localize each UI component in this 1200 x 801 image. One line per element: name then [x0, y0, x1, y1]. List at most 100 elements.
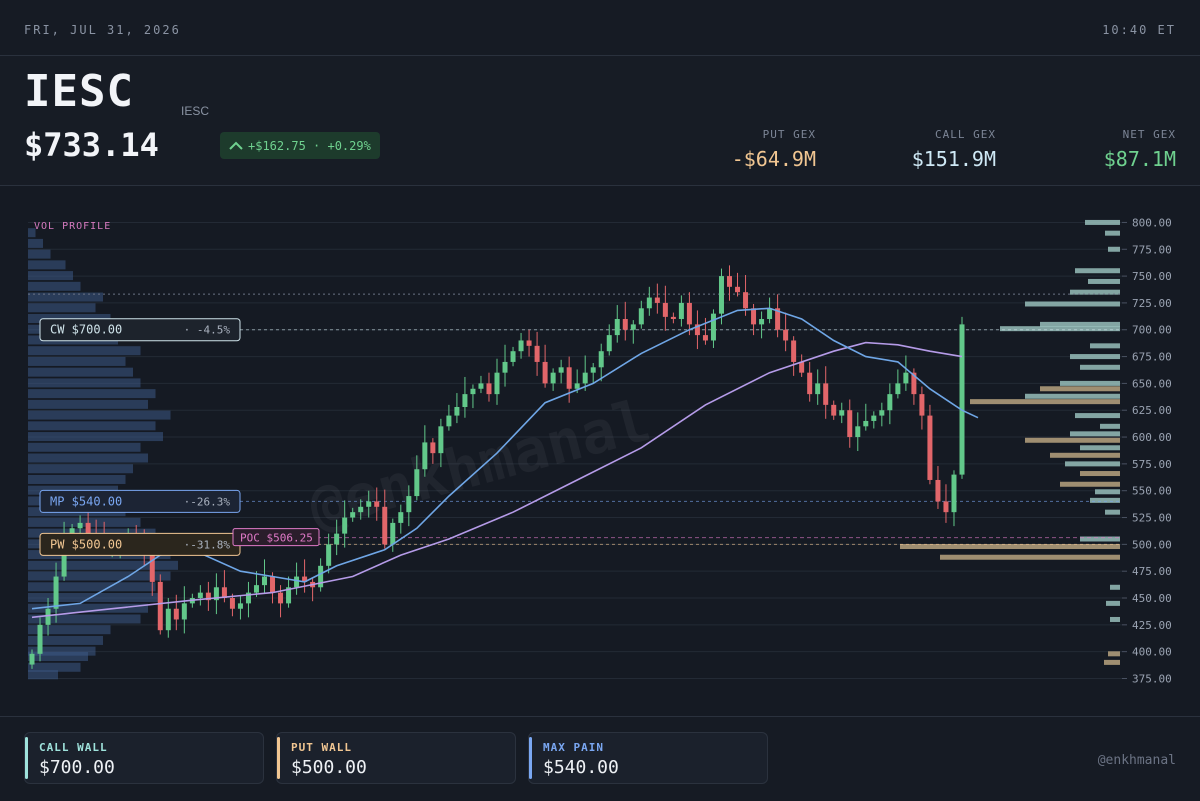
y-tick-label: 800.00	[1132, 216, 1172, 229]
candle-body	[598, 351, 604, 368]
y-tick-label: 775.00	[1132, 243, 1172, 256]
gex-bar	[1000, 326, 1120, 332]
vol-profile-bar	[28, 453, 148, 463]
gex-bar	[1060, 481, 1120, 487]
gex-bar	[1050, 452, 1120, 458]
y-tick-label: 550.00	[1132, 485, 1172, 498]
candle-body	[927, 415, 933, 480]
candle-body	[446, 415, 452, 427]
net-gex-label: NET GEX	[1122, 128, 1176, 141]
gex-bar	[1106, 600, 1120, 606]
candle-body	[181, 603, 187, 620]
vol-profile-bar	[28, 303, 96, 313]
y-tick-label: 625.00	[1132, 404, 1172, 417]
candle-body	[77, 522, 83, 529]
gex-bar	[1040, 321, 1120, 327]
candle-body	[414, 469, 420, 497]
candle-body	[534, 345, 540, 362]
candle-body	[919, 394, 925, 416]
vol-profile-bar	[28, 571, 171, 581]
candlestick-chart[interactable]: 800.00 775.00 750.00 725.00 700.00 675.00 650.…	[0, 186, 1200, 716]
price-chart[interactable]: 800.00 775.00 750.00 725.00 700.00 675.00 650.…	[0, 186, 1200, 716]
candle-body	[662, 302, 668, 317]
date-label: FRI, JUL 31, 2026	[24, 23, 181, 37]
level-pct-cw: · -4.5%	[184, 324, 231, 337]
candle-body	[895, 383, 901, 395]
candle-body	[831, 404, 837, 416]
candle-body	[783, 329, 789, 341]
candle-body	[686, 302, 692, 325]
candle-body	[45, 608, 51, 625]
candle-body	[702, 335, 708, 341]
gex-bar	[940, 554, 1120, 560]
candle-body	[646, 297, 652, 309]
candle-body	[727, 276, 732, 287]
candle-body	[342, 517, 348, 534]
vol-profile-bar	[28, 410, 171, 420]
candle-body	[510, 351, 516, 362]
candle-body	[558, 367, 564, 373]
candle-body	[767, 308, 773, 320]
y-tick-label: 575.00	[1132, 458, 1172, 471]
vol-profile-bar	[28, 378, 141, 388]
time-label: 10:40 ET	[1102, 23, 1176, 37]
candle-body	[815, 383, 821, 395]
gex-bar	[1060, 380, 1120, 386]
candle-body	[678, 302, 684, 320]
y-tick-label: 375.00	[1132, 672, 1172, 685]
candle-body	[606, 335, 612, 352]
candle-body	[406, 496, 412, 513]
vol-profile-bar	[28, 432, 163, 442]
vol-profile-bar	[28, 271, 73, 281]
candle-body	[879, 410, 885, 416]
vol-profile-bar	[28, 662, 81, 672]
candle-body	[478, 383, 484, 389]
watermark: @enkhmanal	[302, 386, 657, 542]
candle-body	[374, 501, 380, 507]
call-gex-label: CALL GEX	[935, 128, 996, 141]
candle-body	[887, 394, 893, 411]
gex-bar	[1110, 584, 1120, 590]
gex-bar	[1070, 431, 1120, 437]
candle-body	[326, 544, 332, 566]
level-label-mp: MP $540.00	[50, 494, 122, 508]
gex-bar	[1110, 616, 1120, 622]
gex-bar	[1065, 461, 1120, 467]
candle-body	[839, 410, 845, 416]
y-tick-label: 425.00	[1132, 619, 1172, 632]
gex-bar	[1080, 364, 1120, 370]
candle-body	[37, 624, 43, 654]
candle-body	[262, 576, 267, 586]
y-tick-label: 700.00	[1132, 324, 1172, 337]
gex-bar	[1025, 393, 1120, 399]
candle-body	[350, 512, 356, 518]
candle-body	[382, 506, 388, 545]
gex-bar	[1080, 471, 1120, 477]
candle-body	[253, 585, 259, 593]
candle-body	[173, 608, 179, 620]
candle-body	[590, 367, 596, 373]
gex-bar	[1085, 219, 1120, 225]
candle-body	[943, 501, 949, 513]
call-wall-accent	[25, 737, 28, 779]
candle-body	[366, 501, 372, 507]
candle-body	[398, 512, 404, 523]
level-pct-mp: ·-26.3%	[184, 495, 231, 508]
candle-body	[422, 442, 428, 470]
gex-bar	[1070, 354, 1120, 360]
author-handle: @enkhmanal	[1097, 753, 1176, 768]
candle-body	[903, 372, 909, 384]
vol-profile-bar	[28, 442, 141, 452]
candle-body	[959, 324, 965, 475]
y-tick-label: 675.00	[1132, 351, 1172, 364]
price-change-badge: +$162.75 · +0.29%	[220, 132, 380, 159]
put-wall-card: PUT WALL $500.00	[276, 732, 516, 784]
candle-body	[502, 361, 508, 373]
candle-body	[654, 297, 660, 303]
y-tick-label: 525.00	[1132, 512, 1172, 525]
y-tick-label: 475.00	[1132, 565, 1172, 578]
vol-profile-bar	[28, 367, 133, 377]
gex-bar	[1025, 301, 1120, 307]
vol-profile-bar	[28, 560, 178, 570]
candle-body	[871, 415, 877, 421]
